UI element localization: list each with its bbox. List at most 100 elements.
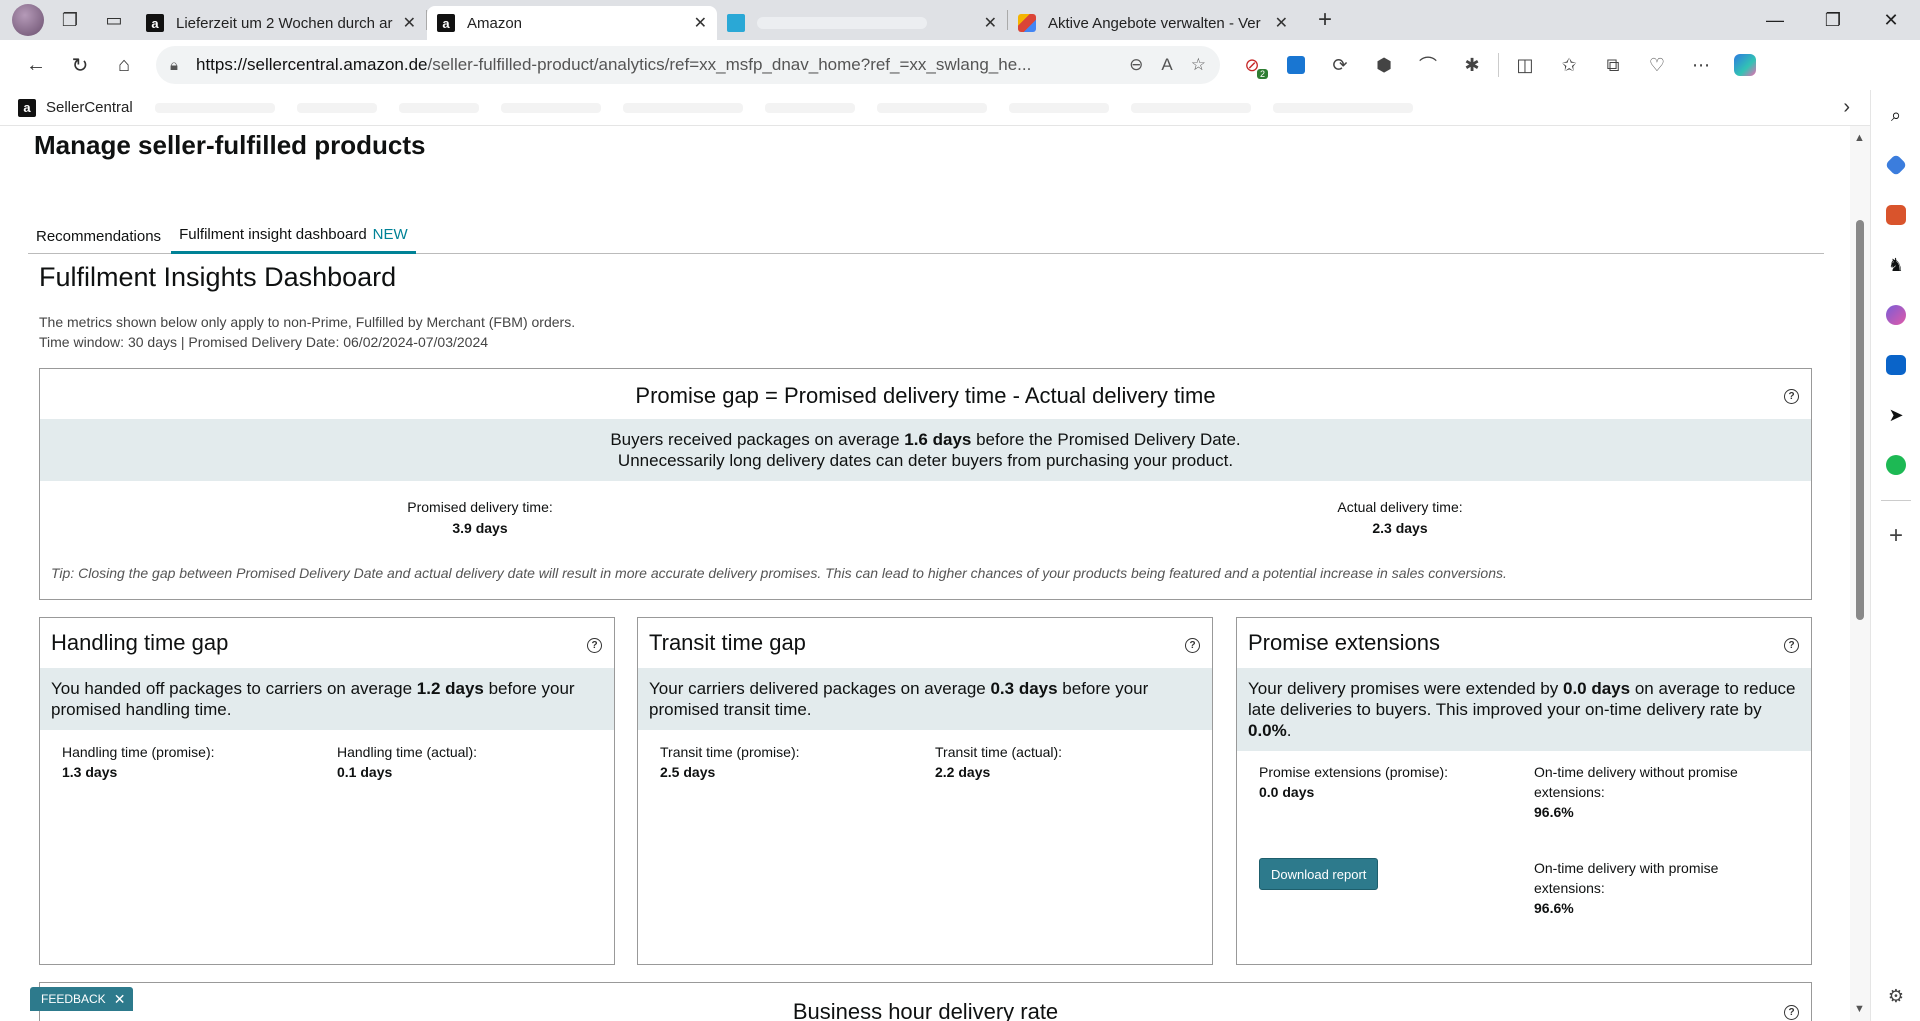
metric-value: 96.6%: [1534, 804, 1574, 820]
help-question-icon[interactable]: ?: [1185, 638, 1200, 653]
metric-label: Promised delivery time:: [407, 499, 553, 515]
favorite-item-redacted[interactable]: [622, 102, 743, 113]
sync-extension-icon[interactable]: ⟳: [1318, 45, 1362, 85]
transit-summary: Your carriers delivered packages on aver…: [638, 668, 1212, 730]
lock-icon[interactable]: 🔒︎: [170, 57, 178, 74]
close-tab-icon[interactable]: ✕: [694, 13, 707, 33]
feedback-label: FEEDBACK: [41, 992, 106, 1006]
outlook-icon[interactable]: [1871, 340, 1920, 390]
metric-value: 0.1 days: [337, 764, 393, 780]
feedback-button[interactable]: FEEDBACK ✕: [30, 987, 134, 1011]
favorite-item-redacted[interactable]: [764, 102, 855, 113]
favorite-item-redacted[interactable]: [154, 102, 275, 113]
help-question-icon[interactable]: ?: [1784, 1005, 1799, 1020]
browser-tab-1[interactable]: a Lieferzeit um 2 Wochen durch ar ✕: [136, 6, 426, 40]
favorite-sellercentral[interactable]: SellerCentral: [46, 99, 133, 116]
scroll-up-arrow-icon[interactable]: ▲: [1854, 132, 1865, 144]
tab-label: Fulfilment insight dashboard: [179, 226, 367, 243]
browser-tab-2[interactable]: a Amazon ✕: [427, 6, 717, 40]
favorite-item-redacted[interactable]: [296, 102, 377, 113]
summary-text: Buyers received packages on average: [610, 430, 905, 449]
help-question-icon[interactable]: ?: [1784, 638, 1799, 653]
games-chess-icon[interactable]: ♞: [1871, 240, 1920, 290]
ontime-without-extensions-metric: On-time delivery without promise extensi…: [1534, 762, 1784, 822]
collections-icon[interactable]: ⧉: [1591, 45, 1635, 85]
drop-send-icon[interactable]: ➤: [1871, 390, 1920, 440]
handling-actual-metric: Handling time (actual): 0.1 days: [337, 742, 477, 782]
download-report-button[interactable]: Download report: [1259, 858, 1379, 890]
read-aloud-icon[interactable]: A: [1161, 55, 1172, 75]
shopping-bag-favicon-icon: [1018, 14, 1036, 32]
tab-fulfilment-insight-dashboard[interactable]: Fulfilment insight dashboard NEW: [171, 218, 416, 254]
metric-label: Promise extensions (promise):: [1259, 764, 1449, 780]
favorite-item-redacted[interactable]: [1272, 102, 1413, 113]
close-tab-icon[interactable]: ✕: [984, 13, 997, 33]
browser-tab-4[interactable]: Aktive Angebote verwalten - Ver ✕: [1008, 6, 1298, 40]
settings-gear-icon[interactable]: ⚙: [1871, 971, 1920, 1021]
skype-extension-icon[interactable]: [1274, 45, 1318, 85]
url-text[interactable]: https://sellercentral.amazon.de/seller-f…: [196, 55, 1111, 75]
restore-icon[interactable]: ❐: [1804, 0, 1862, 40]
url-host: https://sellercentral.amazon.de: [195, 55, 428, 74]
privacy-extension-icon[interactable]: ⊘ 2: [1230, 45, 1274, 85]
home-icon[interactable]: ⌂: [102, 45, 146, 85]
split-screen-icon[interactable]: ◫: [1503, 45, 1547, 85]
profile-avatar[interactable]: [12, 4, 44, 36]
favorite-item-redacted[interactable]: [1008, 102, 1109, 113]
transit-time-card: Transit time gap ? Your carriers deliver…: [637, 617, 1213, 965]
tools-briefcase-icon[interactable]: [1871, 190, 1920, 240]
performance-icon[interactable]: ♡: [1635, 45, 1679, 85]
zoom-icon[interactable]: ⊖: [1129, 55, 1143, 75]
address-bar[interactable]: 🔒︎ https://sellercentral.amazon.de/selle…: [156, 46, 1220, 84]
summary-text: .: [1286, 721, 1292, 740]
extensions-puzzle-icon[interactable]: ✱: [1450, 45, 1494, 85]
description-line: The metrics shown below only apply to no…: [39, 314, 576, 330]
tab-title: [757, 17, 927, 29]
close-window-icon[interactable]: ✕: [1862, 0, 1920, 40]
new-tab-icon[interactable]: +: [1308, 6, 1342, 34]
copilot-icon[interactable]: [1723, 45, 1767, 85]
favorite-item-redacted[interactable]: [876, 102, 987, 113]
workspaces-icon[interactable]: ❐: [52, 4, 88, 36]
favorites-bar: a SellerCentral ›: [0, 90, 1870, 126]
metric-label: On-time delivery with promise extensions…: [1534, 860, 1719, 896]
extension-days-value: 0.0 days: [1562, 679, 1631, 698]
metric-label: Handling time (actual):: [337, 744, 478, 760]
back-arrow-icon[interactable]: ←: [14, 45, 58, 85]
arc-extension-icon[interactable]: ⌒: [1406, 45, 1450, 85]
chevron-right-icon[interactable]: ›: [1843, 96, 1850, 119]
metric-label: Actual delivery time:: [1337, 499, 1463, 515]
refresh-icon[interactable]: ↻: [58, 45, 102, 85]
extensions-promise-metric: Promise extensions (promise): 0.0 days: [1259, 762, 1499, 802]
page-viewport: Manage seller-fulfilled products Recomme…: [0, 126, 1850, 1021]
more-menu-icon[interactable]: ⋯: [1679, 45, 1723, 85]
window-controls: — ❐ ✕: [1746, 0, 1920, 40]
microsoft365-icon[interactable]: [1871, 290, 1920, 340]
close-tab-icon[interactable]: ✕: [1275, 13, 1288, 33]
browser-tab-3[interactable]: ✕: [717, 6, 1007, 40]
minimize-icon[interactable]: —: [1746, 0, 1804, 40]
help-question-icon[interactable]: ?: [1784, 389, 1799, 404]
search-icon[interactable]: ⌕: [1871, 90, 1920, 140]
favorite-item-redacted[interactable]: [1130, 102, 1251, 113]
spotify-icon[interactable]: [1871, 440, 1920, 490]
favorite-item-redacted[interactable]: [398, 102, 479, 113]
close-tab-icon[interactable]: ✕: [403, 13, 416, 33]
page-scrollbar[interactable]: ▲ ▼: [1850, 126, 1870, 1021]
add-sidebar-app-icon[interactable]: +: [1871, 511, 1920, 561]
favorite-item-redacted[interactable]: [500, 102, 601, 113]
tab-actions-icon[interactable]: ▭: [96, 4, 132, 36]
scrollbar-thumb[interactable]: [1856, 220, 1864, 620]
favorites-icon[interactable]: ✩: [1547, 45, 1591, 85]
close-icon[interactable]: ✕: [114, 991, 126, 1008]
help-question-icon[interactable]: ?: [587, 638, 602, 653]
ontime-with-extensions-metric: On-time delivery with promise extensions…: [1534, 858, 1784, 918]
shopping-tag-icon[interactable]: [1871, 140, 1920, 190]
card-title: Handling time gap: [51, 630, 229, 655]
scroll-down-arrow-icon[interactable]: ▼: [1854, 1003, 1865, 1015]
favorite-star-icon[interactable]: ☆: [1191, 55, 1206, 75]
new-badge: NEW: [372, 226, 408, 243]
tab-recommendations[interactable]: Recommendations: [28, 218, 169, 254]
shield-extension-icon[interactable]: ⬢: [1362, 45, 1406, 85]
metric-value: 2.3 days: [1372, 520, 1428, 536]
